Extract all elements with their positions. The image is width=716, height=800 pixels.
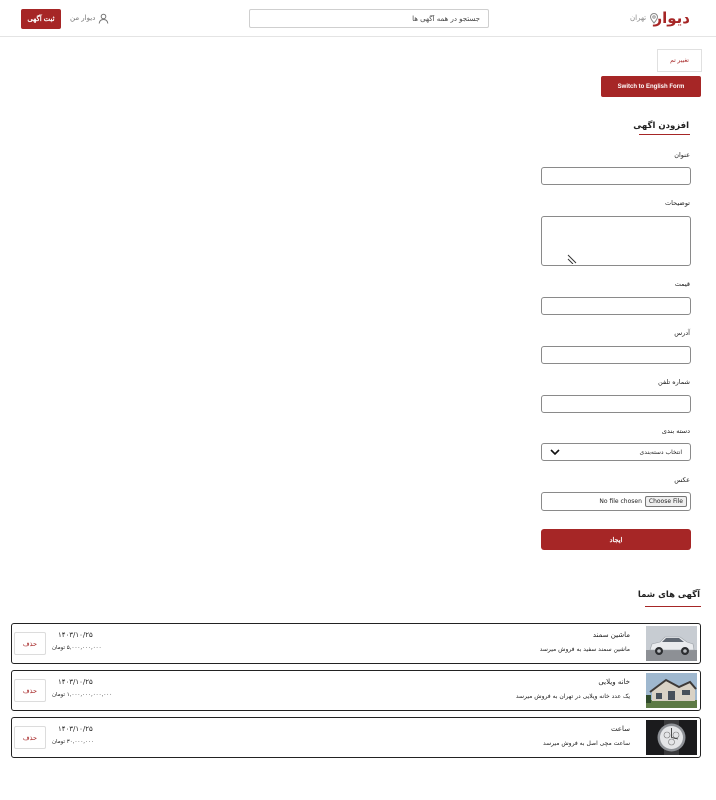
delete-ad-button[interactable]: حذف	[14, 679, 46, 702]
create-ad-button[interactable]: ایجاد	[541, 529, 691, 550]
description-textarea[interactable]	[541, 216, 691, 266]
change-theme-button[interactable]: تغییر تم	[657, 49, 702, 72]
ad-description: ساعت مچی اصل به فروش میرسد	[542, 740, 630, 747]
ad-title: خانه ویلایی	[598, 678, 630, 686]
ad-card[interactable]: ساعت ساعت مچی اصل به فروش میرسد ۱۴۰۳/۱۰/…	[11, 717, 701, 758]
ad-description: یک عدد خانه ویلایی در تهران به فروش میرس…	[515, 693, 630, 700]
title-label: عنوان	[674, 151, 690, 159]
ad-date: ۱۴۰۳/۱۰/۲۵	[58, 631, 93, 639]
my-ads-title: آگهی های شما	[637, 590, 700, 600]
ad-description: ماشین سمند سفید به فروش میرسد	[539, 646, 630, 653]
top-header: دیوار تهران دیوار من ثبت آگهی	[0, 0, 716, 37]
ad-price: ۱,۰۰۰,۰۰۰,۰۰۰,۰۰۰ تومان	[52, 692, 113, 698]
delete-ad-button[interactable]: حذف	[14, 632, 46, 655]
my-ads-title-underline	[645, 606, 701, 607]
photo-file-input[interactable]: No file chosen Choose File	[541, 492, 691, 511]
ad-date: ۱۴۰۳/۱۰/۲۵	[58, 725, 93, 733]
category-select[interactable]: انتخاب دسته‌بندی	[541, 443, 691, 461]
switch-language-button[interactable]: Switch to English Form	[601, 76, 701, 97]
my-divar-label: دیوار من	[70, 14, 96, 22]
location-pin-icon	[650, 12, 659, 24]
resize-handle-icon[interactable]	[567, 254, 577, 264]
price-input[interactable]	[541, 297, 691, 315]
ad-card[interactable]: ماشین سمند ماشین سمند سفید به فروش میرسد…	[11, 623, 701, 664]
ad-card[interactable]: خانه ویلایی یک عدد خانه ویلایی در تهران …	[11, 670, 701, 711]
ad-thumbnail-house	[646, 673, 697, 708]
ad-title: ماشین سمند	[592, 631, 630, 639]
ad-date: ۱۴۰۳/۱۰/۲۵	[58, 678, 93, 686]
ad-title: ساعت	[610, 725, 630, 733]
form-title-underline	[639, 134, 690, 135]
description-label: توضیحات	[665, 199, 690, 207]
user-icon	[99, 13, 109, 24]
address-input[interactable]	[541, 346, 691, 364]
ad-price: ۳۰,۰۰۰,۰۰۰ تومان	[52, 739, 94, 745]
form-title: افزودن اگهی	[633, 121, 689, 131]
phone-input[interactable]	[541, 395, 691, 413]
choose-file-button[interactable]: Choose File	[644, 496, 687, 507]
chevron-down-icon	[550, 449, 560, 455]
ad-thumbnail-watch	[646, 720, 697, 755]
address-label: آدرس	[674, 329, 690, 337]
phone-label: شماره تلفن	[658, 378, 690, 386]
category-label: دسته بندی	[661, 427, 690, 435]
city-selector[interactable]: تهران	[630, 12, 659, 24]
title-input[interactable]	[541, 167, 691, 185]
category-selected-value: انتخاب دسته‌بندی	[639, 448, 682, 456]
file-status-text: No file chosen	[599, 498, 642, 505]
my-divar-link[interactable]: دیوار من	[70, 12, 109, 24]
city-label: تهران	[630, 14, 647, 22]
ad-thumbnail-car	[646, 626, 697, 661]
delete-ad-button[interactable]: حذف	[14, 726, 46, 749]
search-input[interactable]	[249, 9, 489, 28]
photo-label: عکس	[674, 476, 690, 484]
price-label: قیمت	[674, 280, 690, 288]
post-ad-button[interactable]: ثبت آگهی	[21, 9, 61, 29]
ad-price: ۵,۰۰۰,۰۰۰,۰۰۰ تومان	[52, 645, 102, 651]
